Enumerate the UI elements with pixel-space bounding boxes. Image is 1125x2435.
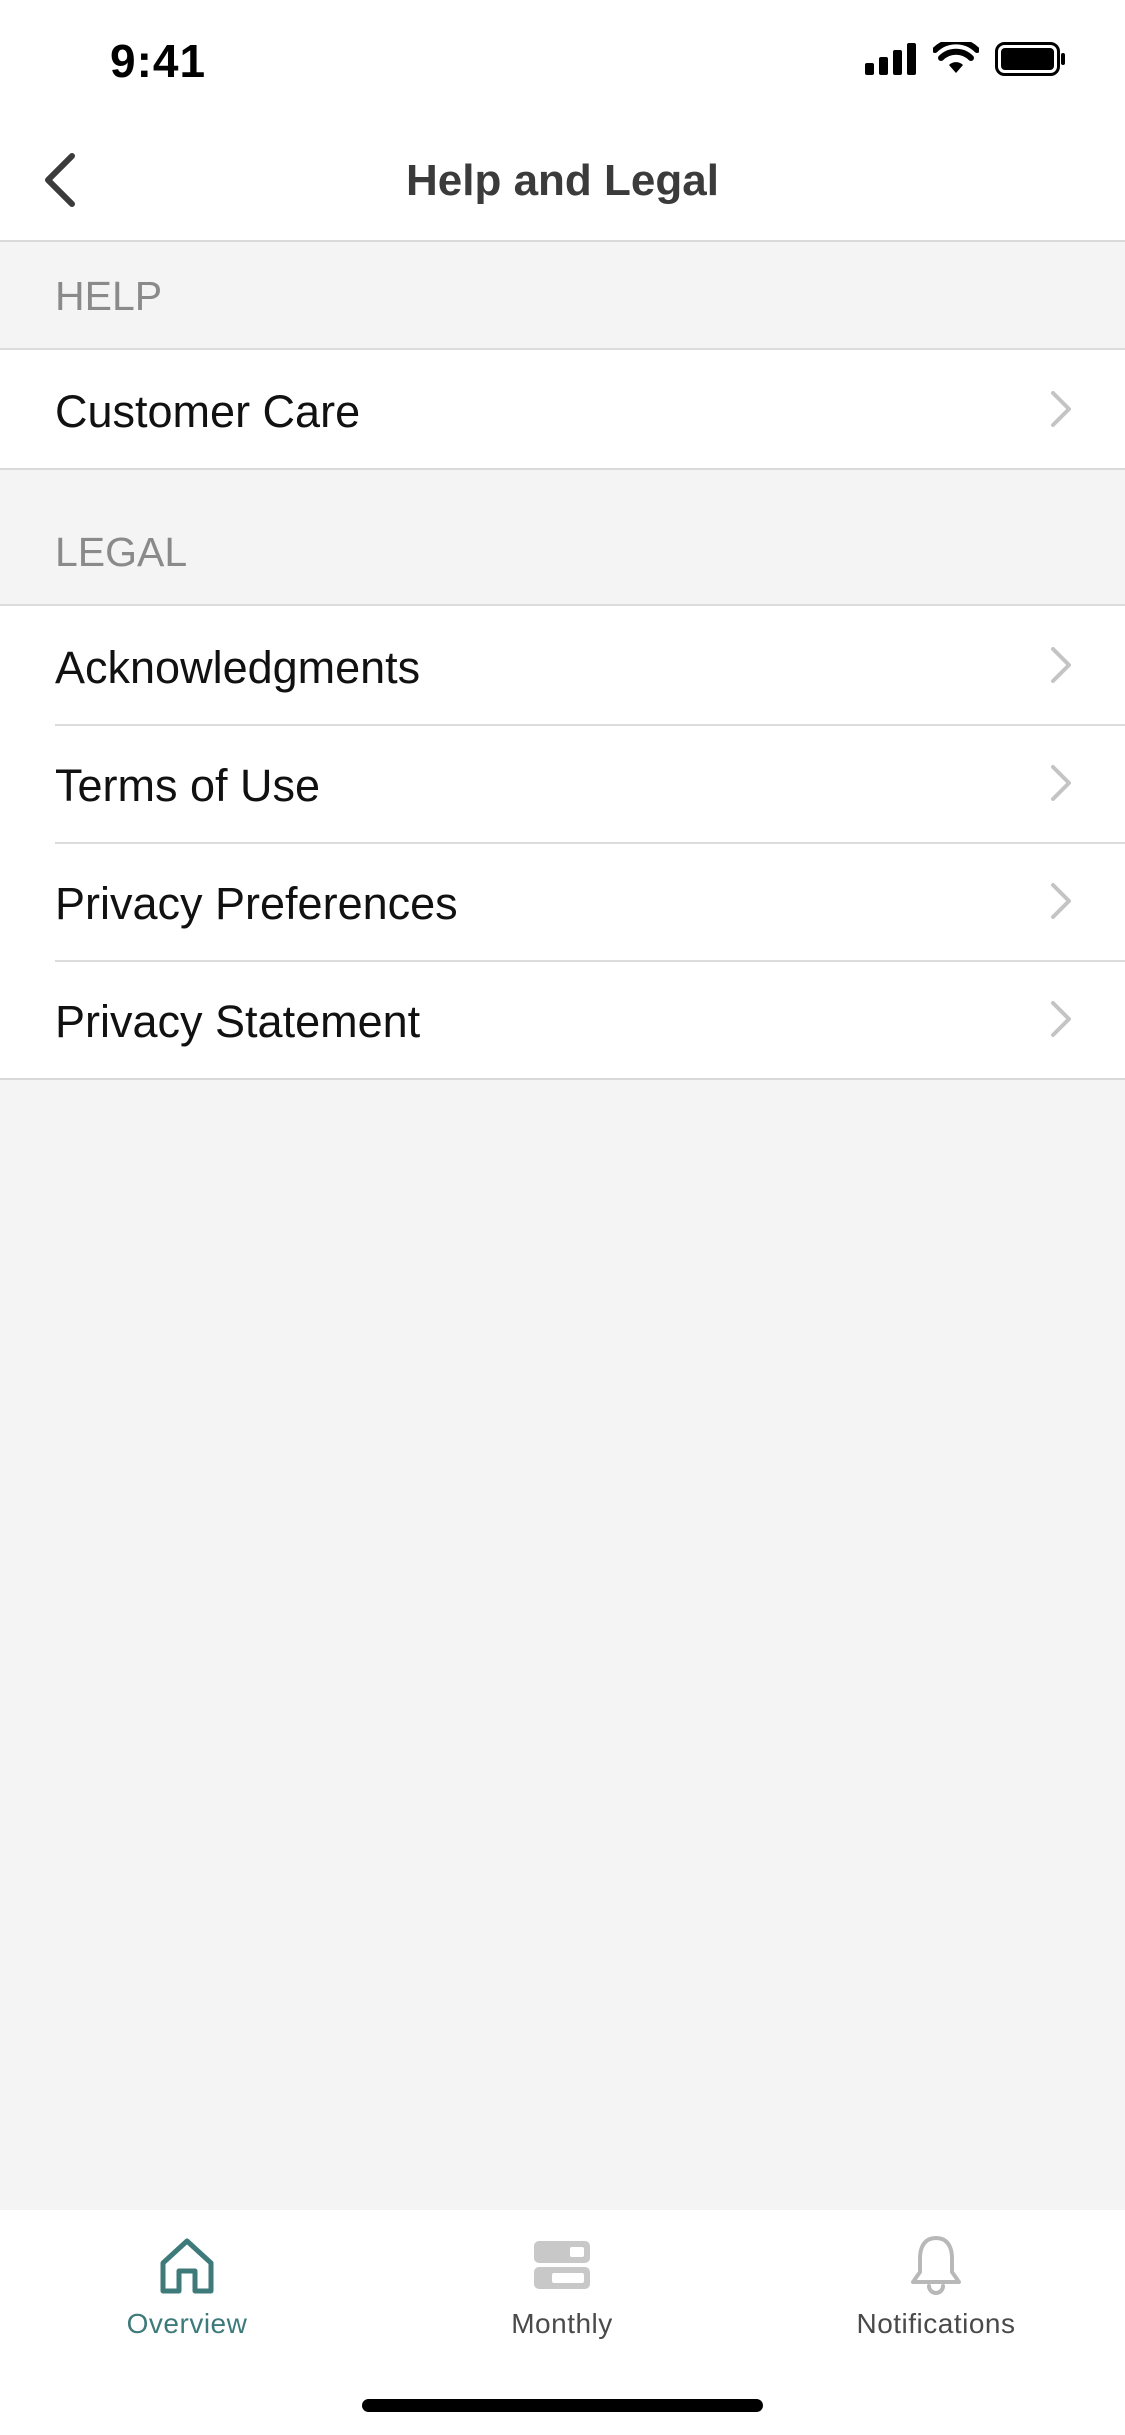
legal-group: Acknowledgments Terms of Use Privacy Pre… [0, 606, 1125, 1080]
list-item-label: Privacy Statement [55, 996, 421, 1047]
section-header-legal: LEGAL [0, 470, 1125, 606]
list-item-label: Privacy Preferences [55, 878, 458, 929]
home-indicator [362, 2399, 763, 2412]
status-bar: 9:41 [0, 0, 1125, 120]
chevron-right-icon [1051, 765, 1071, 801]
section-header-label: LEGAL [55, 529, 188, 575]
list-item-terms-of-use[interactable]: Terms of Use [0, 724, 1125, 842]
list-item-label: Acknowledgments [55, 642, 421, 693]
tab-overview[interactable]: Overview [57, 2230, 317, 2360]
list-item-privacy-preferences[interactable]: Privacy Preferences [0, 842, 1125, 960]
page-title: Help and Legal [406, 156, 719, 205]
wifi-icon [933, 42, 979, 73]
list-item-customer-care[interactable]: Customer Care [0, 350, 1125, 468]
help-group: Customer Care [0, 350, 1125, 470]
status-icons [865, 42, 1067, 76]
list-item-acknowledgments[interactable]: Acknowledgments [0, 606, 1125, 724]
chevron-right-icon [1051, 1001, 1071, 1037]
home-icon [160, 2238, 214, 2294]
tab-notifications[interactable]: Notifications [806, 2230, 1066, 2360]
section-header-label: HELP [55, 273, 163, 319]
tab-label: Notifications [856, 2308, 1016, 2339]
chevron-right-icon [1051, 391, 1071, 427]
tab-monthly[interactable]: Monthly [432, 2230, 692, 2360]
bell-icon [911, 2236, 961, 2295]
settings-list: HELP Customer Care LEGAL Acknowledgments… [0, 242, 1125, 1080]
status-time: 9:41 [110, 35, 207, 87]
navigation-bar: Help and Legal [0, 120, 1125, 242]
battery-icon [995, 42, 1065, 76]
monthly-icon [534, 2241, 590, 2289]
cellular-signal-icon [865, 43, 916, 75]
section-header-help: HELP [0, 242, 1125, 350]
tab-label: Overview [126, 2308, 248, 2339]
list-item-label: Customer Care [55, 386, 361, 437]
list-item-label: Terms of Use [55, 760, 321, 811]
list-item-privacy-statement[interactable]: Privacy Statement [0, 960, 1125, 1078]
chevron-right-icon [1051, 883, 1071, 919]
tab-label: Monthly [511, 2308, 613, 2339]
chevron-right-icon [1051, 647, 1071, 683]
